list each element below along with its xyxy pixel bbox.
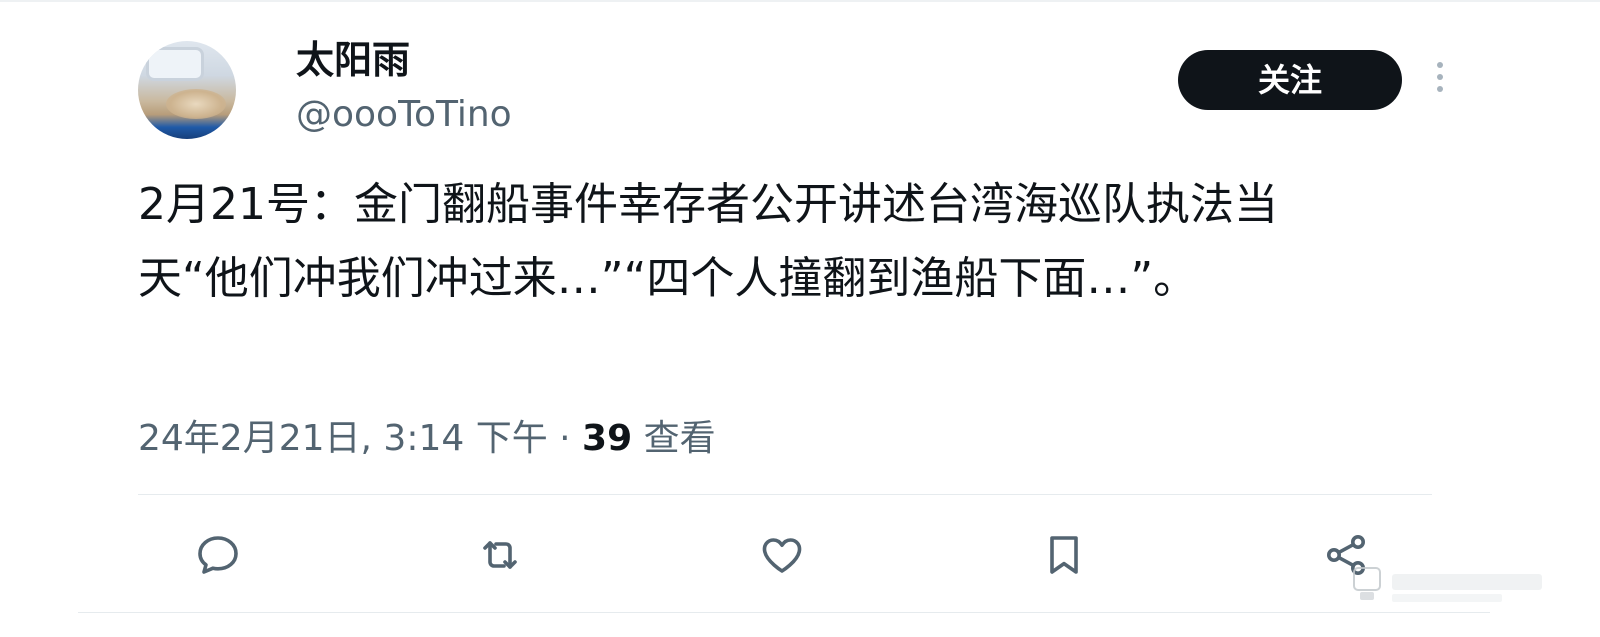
author-handle[interactable]: @oooToTino bbox=[296, 92, 512, 138]
top-rule bbox=[0, 0, 1600, 2]
like-button[interactable] bbox=[754, 527, 810, 583]
more-options-icon[interactable] bbox=[1430, 62, 1450, 98]
bookmark-button[interactable] bbox=[1036, 527, 1092, 583]
avatar-cat-shape bbox=[166, 89, 226, 119]
watermark-logo bbox=[1353, 567, 1542, 602]
views-count: 39 bbox=[582, 418, 633, 459]
follow-button[interactable]: 关注 bbox=[1178, 50, 1402, 110]
retweet-icon bbox=[483, 541, 517, 569]
author-display-name[interactable]: 太阳雨 bbox=[296, 36, 410, 84]
bottom-rule bbox=[78, 612, 1490, 613]
heart-icon bbox=[762, 538, 802, 573]
tweet-timestamp[interactable]: 24年2月21日, 3:14 下午 · bbox=[138, 418, 582, 459]
avatar[interactable] bbox=[138, 41, 236, 139]
tweet-meta: 24年2月21日, 3:14 下午 · 39 查看 bbox=[138, 412, 716, 466]
bookmark-icon bbox=[1050, 536, 1078, 574]
actions-divider bbox=[138, 494, 1432, 495]
reply-button[interactable] bbox=[190, 527, 246, 583]
reply-icon bbox=[198, 536, 238, 574]
views-label: 查看 bbox=[632, 418, 716, 459]
avatar-window-shape bbox=[146, 47, 204, 81]
retweet-button[interactable] bbox=[472, 527, 528, 583]
tweet-text: 2月21号：金门翻船事件幸存者公开讲述台湾海巡队执法当天“他们冲我们冲过来…”“… bbox=[138, 179, 1278, 304]
